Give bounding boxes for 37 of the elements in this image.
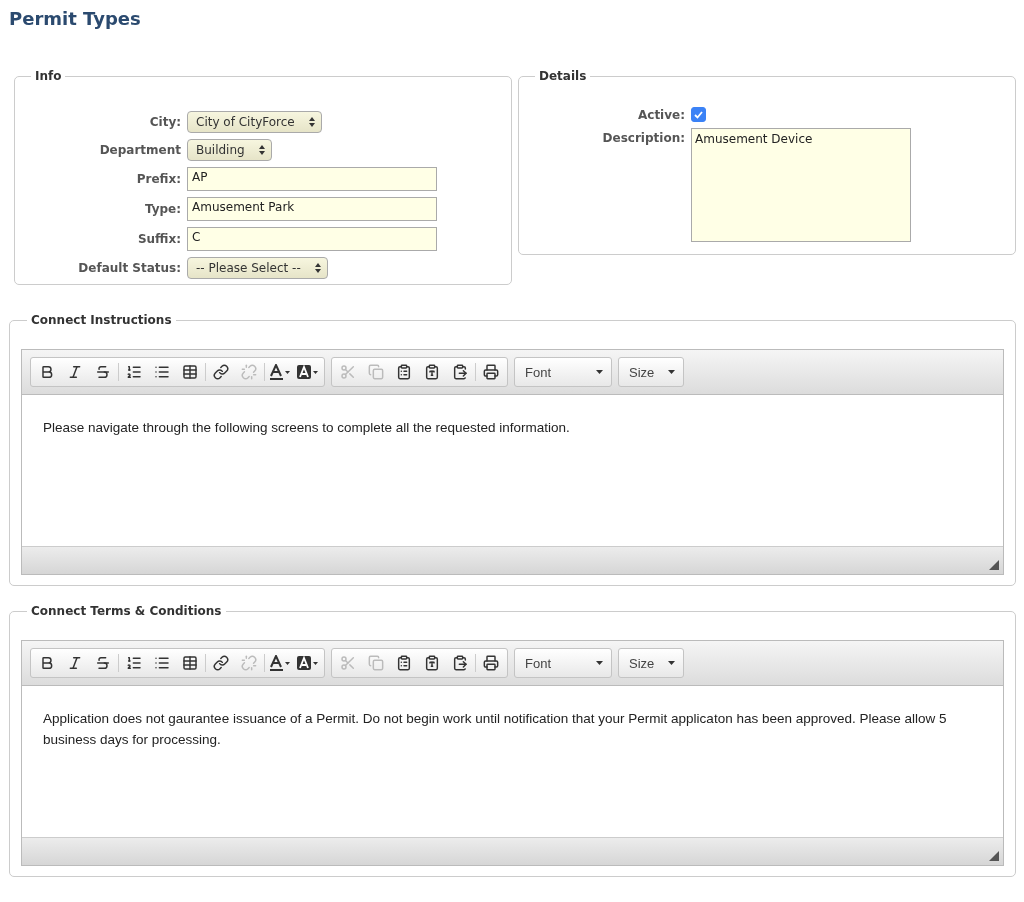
- select-field[interactable]: City of CityForce: [187, 111, 322, 133]
- page-title: Permit Types: [9, 8, 142, 29]
- up-down-arrows-icon: [314, 263, 321, 273]
- size-dropdown[interactable]: Size: [618, 648, 684, 678]
- field-label: Active:: [637, 107, 685, 122]
- field-label: Default Status:: [77, 261, 181, 275]
- text-color-icon[interactable]: [267, 361, 293, 383]
- select-field[interactable]: -- Please Select --: [187, 257, 328, 279]
- font-dropdown[interactable]: Font: [514, 648, 612, 678]
- section-legend: Connect Terms & Conditions: [27, 604, 226, 618]
- section-legend: Connect Instructions: [27, 313, 176, 327]
- field-label: Type:: [143, 202, 181, 216]
- field-label: Prefix:: [135, 172, 181, 186]
- size-dropdown[interactable]: Size: [618, 357, 684, 387]
- caret-icon: [668, 370, 675, 374]
- caret-icon: [668, 661, 675, 665]
- resize-handle-icon[interactable]: [989, 560, 999, 570]
- up-down-arrows-icon: [308, 117, 315, 127]
- input-field[interactable]: C: [187, 227, 437, 251]
- up-down-arrows-icon: [258, 145, 265, 155]
- input-field[interactable]: Amusement Park: [187, 197, 437, 221]
- active-checkbox[interactable]: [691, 107, 706, 122]
- font-dropdown[interactable]: Font: [514, 357, 612, 387]
- input-field[interactable]: AP: [187, 167, 437, 191]
- text-color-icon[interactable]: [267, 652, 293, 674]
- caret-icon: [596, 661, 603, 665]
- resize-handle-icon[interactable]: [989, 851, 999, 861]
- select-field[interactable]: Building: [187, 139, 272, 161]
- description-field[interactable]: Amusement Device: [691, 128, 911, 242]
- field-label: Description:: [601, 130, 685, 145]
- caret-icon: [596, 370, 603, 374]
- check-icon: [694, 110, 703, 119]
- section-legend: Info: [31, 69, 66, 83]
- field-label: Suffix:: [136, 232, 181, 246]
- field-label: Department: [98, 143, 181, 157]
- section-legend: Details: [535, 69, 591, 83]
- field-label: City:: [148, 115, 181, 129]
